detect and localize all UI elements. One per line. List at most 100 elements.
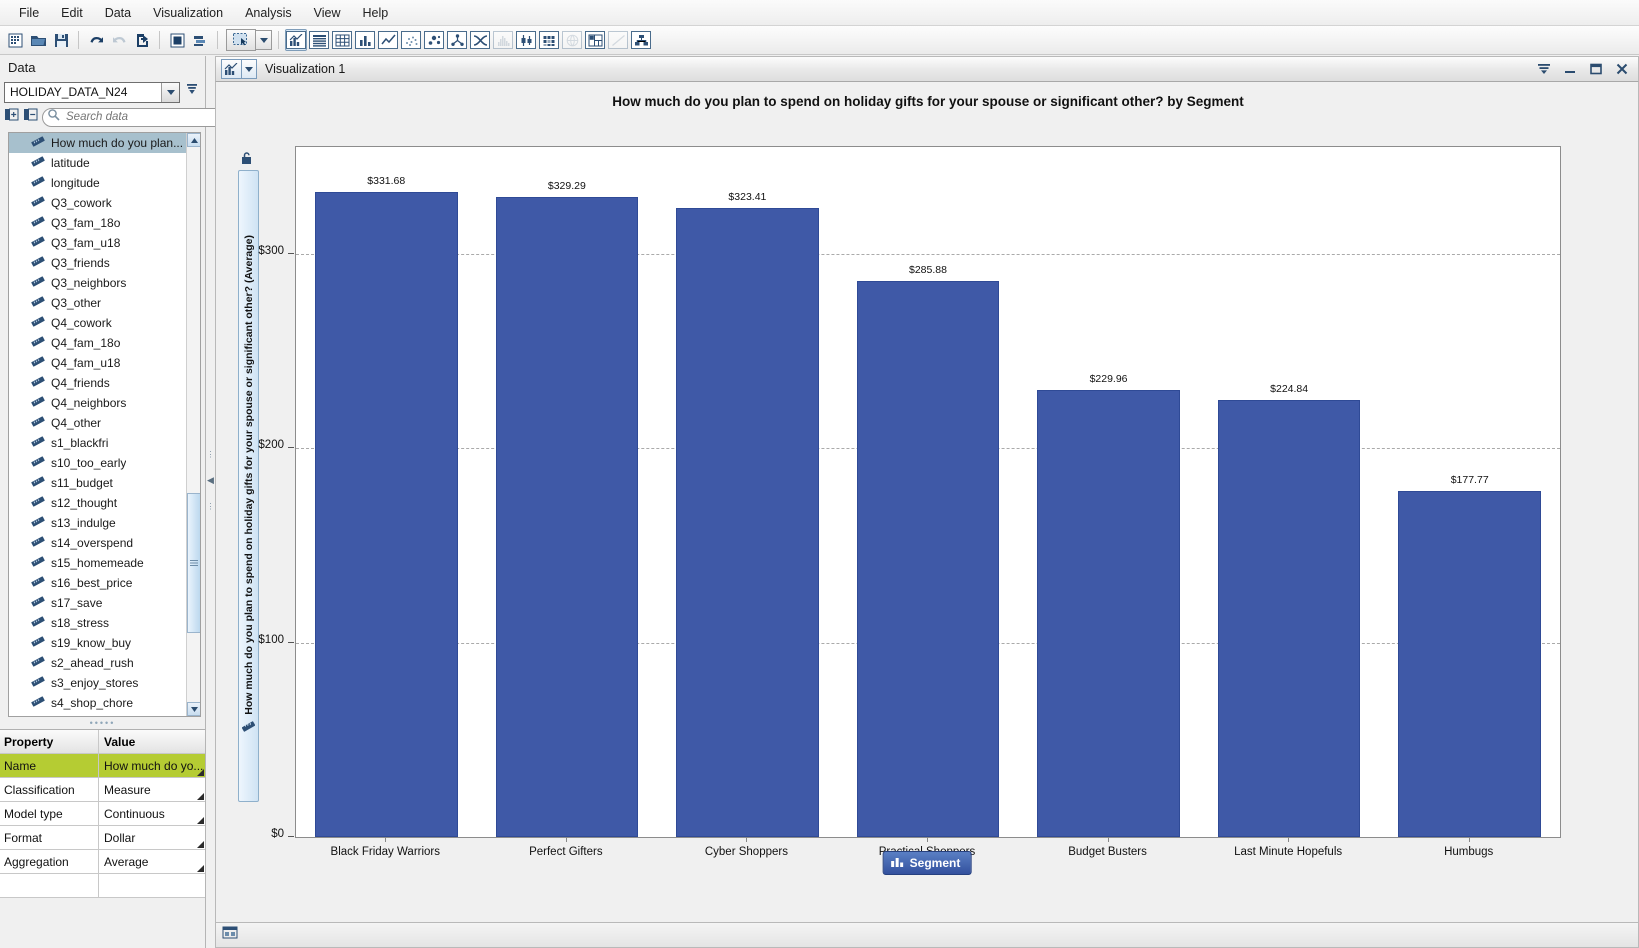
new-document-icon[interactable] bbox=[4, 29, 26, 51]
segment-role-button[interactable]: Segment bbox=[882, 851, 972, 875]
field-list-scrollbar[interactable] bbox=[186, 133, 200, 716]
x-axis-category-label[interactable]: Humbugs bbox=[1378, 846, 1559, 858]
field-list-item[interactable]: Q3_fam_18o bbox=[9, 213, 186, 233]
search-input[interactable] bbox=[64, 110, 224, 124]
auto-chart-icon[interactable] bbox=[285, 29, 307, 51]
sankey-icon[interactable] bbox=[469, 29, 491, 51]
property-value[interactable]: Measure bbox=[99, 778, 205, 801]
network-icon[interactable] bbox=[446, 29, 468, 51]
vertical-splitter-handle[interactable]: ⋮ ◀ ⋮ bbox=[206, 440, 215, 520]
bar[interactable] bbox=[1398, 491, 1542, 837]
redo-icon[interactable] bbox=[108, 29, 130, 51]
field-list-item[interactable]: s13_indulge bbox=[9, 513, 186, 533]
treemap-icon[interactable] bbox=[584, 29, 606, 51]
field-list-item[interactable]: s19_know_buy bbox=[9, 633, 186, 653]
x-axis-category-label[interactable]: Black Friday Warriors bbox=[295, 846, 476, 858]
line-chart-icon[interactable] bbox=[377, 29, 399, 51]
field-list-item[interactable]: s1_blackfri bbox=[9, 433, 186, 453]
property-value[interactable]: How much do yo... bbox=[99, 754, 205, 777]
field-list-item[interactable]: Q4_fam_u18 bbox=[9, 353, 186, 373]
field-list-item[interactable]: s15_homemeade bbox=[9, 553, 186, 573]
property-value[interactable]: Continuous bbox=[99, 802, 205, 825]
plot-frame[interactable]: $331.68 $329.29 $323.41 $285.88 $229.96 $224.… bbox=[295, 146, 1561, 838]
data-source-select[interactable]: HOLIDAY_DATA_N24 bbox=[4, 81, 180, 103]
menu-view[interactable]: View bbox=[303, 2, 352, 24]
save-icon[interactable] bbox=[50, 29, 72, 51]
search-data-box[interactable] bbox=[42, 107, 225, 127]
menu-help[interactable]: Help bbox=[351, 2, 399, 24]
viz-status-icon[interactable] bbox=[222, 925, 238, 945]
heat-map-icon[interactable] bbox=[538, 29, 560, 51]
property-row[interactable]: Name How much do yo... bbox=[0, 754, 205, 778]
scrollbar-thumb[interactable] bbox=[187, 493, 200, 633]
field-list-item[interactable]: s17_save bbox=[9, 593, 186, 613]
property-value[interactable]: Dollar bbox=[99, 826, 205, 849]
field-list-item[interactable]: s3_enjoy_stores bbox=[9, 673, 186, 693]
scatter-plot-icon[interactable] bbox=[400, 29, 422, 51]
property-row[interactable]: Classification Measure bbox=[0, 778, 205, 802]
bar-chart-icon[interactable] bbox=[354, 29, 376, 51]
export-icon[interactable] bbox=[131, 29, 153, 51]
undo-icon[interactable] bbox=[85, 29, 107, 51]
field-list-item[interactable]: How much do you plan... bbox=[9, 133, 186, 153]
field-list-item[interactable]: latitude bbox=[9, 153, 186, 173]
open-folder-icon[interactable] bbox=[27, 29, 49, 51]
field-list-item[interactable]: Q4_cowork bbox=[9, 313, 186, 333]
close-icon[interactable] bbox=[1614, 61, 1630, 77]
x-axis-category-label[interactable]: Perfect Gifters bbox=[476, 846, 657, 858]
select-dropdown-caret-icon[interactable] bbox=[256, 30, 272, 50]
field-list-item[interactable]: s14_overspend bbox=[9, 533, 186, 553]
field-list-item[interactable]: longitude bbox=[9, 173, 186, 193]
property-row[interactable]: Format Dollar bbox=[0, 826, 205, 850]
field-list-item[interactable]: Q4_neighbors bbox=[9, 393, 186, 413]
field-list-item[interactable]: s12_thought bbox=[9, 493, 186, 513]
property-value[interactable] bbox=[99, 874, 205, 897]
bar[interactable] bbox=[856, 281, 1000, 837]
chevron-down-icon[interactable] bbox=[242, 59, 257, 79]
field-list[interactable]: How much do you plan... latitude longitude… bbox=[8, 132, 201, 717]
expand-all-icon[interactable] bbox=[4, 107, 19, 127]
field-list-item[interactable]: s4_shop_chore bbox=[9, 693, 186, 713]
select-mode-icon[interactable] bbox=[226, 29, 256, 51]
maximize-icon[interactable] bbox=[1588, 61, 1604, 77]
property-value[interactable]: Average bbox=[99, 850, 205, 873]
collapse-all-icon[interactable] bbox=[23, 107, 38, 127]
box-plot-icon[interactable] bbox=[515, 29, 537, 51]
bar[interactable] bbox=[1217, 400, 1361, 837]
property-row[interactable] bbox=[0, 874, 205, 898]
field-list-item[interactable]: Q3_neighbors bbox=[9, 273, 186, 293]
filter-icon[interactable] bbox=[185, 82, 199, 103]
menu-edit[interactable]: Edit bbox=[50, 2, 94, 24]
bar[interactable] bbox=[1037, 390, 1180, 837]
minimize-icon[interactable] bbox=[1562, 61, 1578, 77]
field-list-item[interactable]: Q4_other bbox=[9, 413, 186, 433]
field-list-item[interactable]: s2_ahead_rush bbox=[9, 653, 186, 673]
chevron-down-icon[interactable] bbox=[161, 82, 179, 102]
panel-splitter[interactable]: ••••• bbox=[0, 717, 205, 729]
scroll-down-arrow-icon[interactable] bbox=[187, 702, 200, 716]
field-list-item[interactable]: Q4_friends bbox=[9, 373, 186, 393]
x-axis-category-label[interactable]: Cyber Shoppers bbox=[656, 846, 837, 858]
menu-visualization[interactable]: Visualization bbox=[142, 2, 234, 24]
field-list-item[interactable]: Q3_fam_u18 bbox=[9, 233, 186, 253]
scroll-up-arrow-icon[interactable] bbox=[187, 133, 200, 147]
property-row[interactable]: Aggregation Average bbox=[0, 850, 205, 874]
bar[interactable] bbox=[676, 208, 819, 837]
menu-data[interactable]: Data bbox=[94, 2, 142, 24]
field-list-item[interactable]: s10_too_early bbox=[9, 453, 186, 473]
menu-analysis[interactable]: Analysis bbox=[234, 2, 303, 24]
table-icon[interactable] bbox=[308, 29, 330, 51]
field-list-item[interactable]: s11_budget bbox=[9, 473, 186, 493]
bar[interactable] bbox=[314, 192, 458, 837]
window-menu-icon[interactable] bbox=[1536, 61, 1552, 77]
collapse-panel-arrow-icon[interactable]: ◀ bbox=[207, 475, 214, 486]
property-row[interactable]: Model type Continuous bbox=[0, 802, 205, 826]
bubble-plot-icon[interactable] bbox=[423, 29, 445, 51]
bar-chart-icon[interactable] bbox=[221, 59, 242, 79]
layers-icon[interactable] bbox=[189, 29, 211, 51]
x-axis-category-label[interactable]: Last Minute Hopefuls bbox=[1198, 846, 1379, 858]
field-list-item[interactable]: Q3_cowork bbox=[9, 193, 186, 213]
regression-icon[interactable] bbox=[607, 29, 629, 51]
field-list-item[interactable]: Q3_other bbox=[9, 293, 186, 313]
bar[interactable] bbox=[495, 196, 639, 837]
